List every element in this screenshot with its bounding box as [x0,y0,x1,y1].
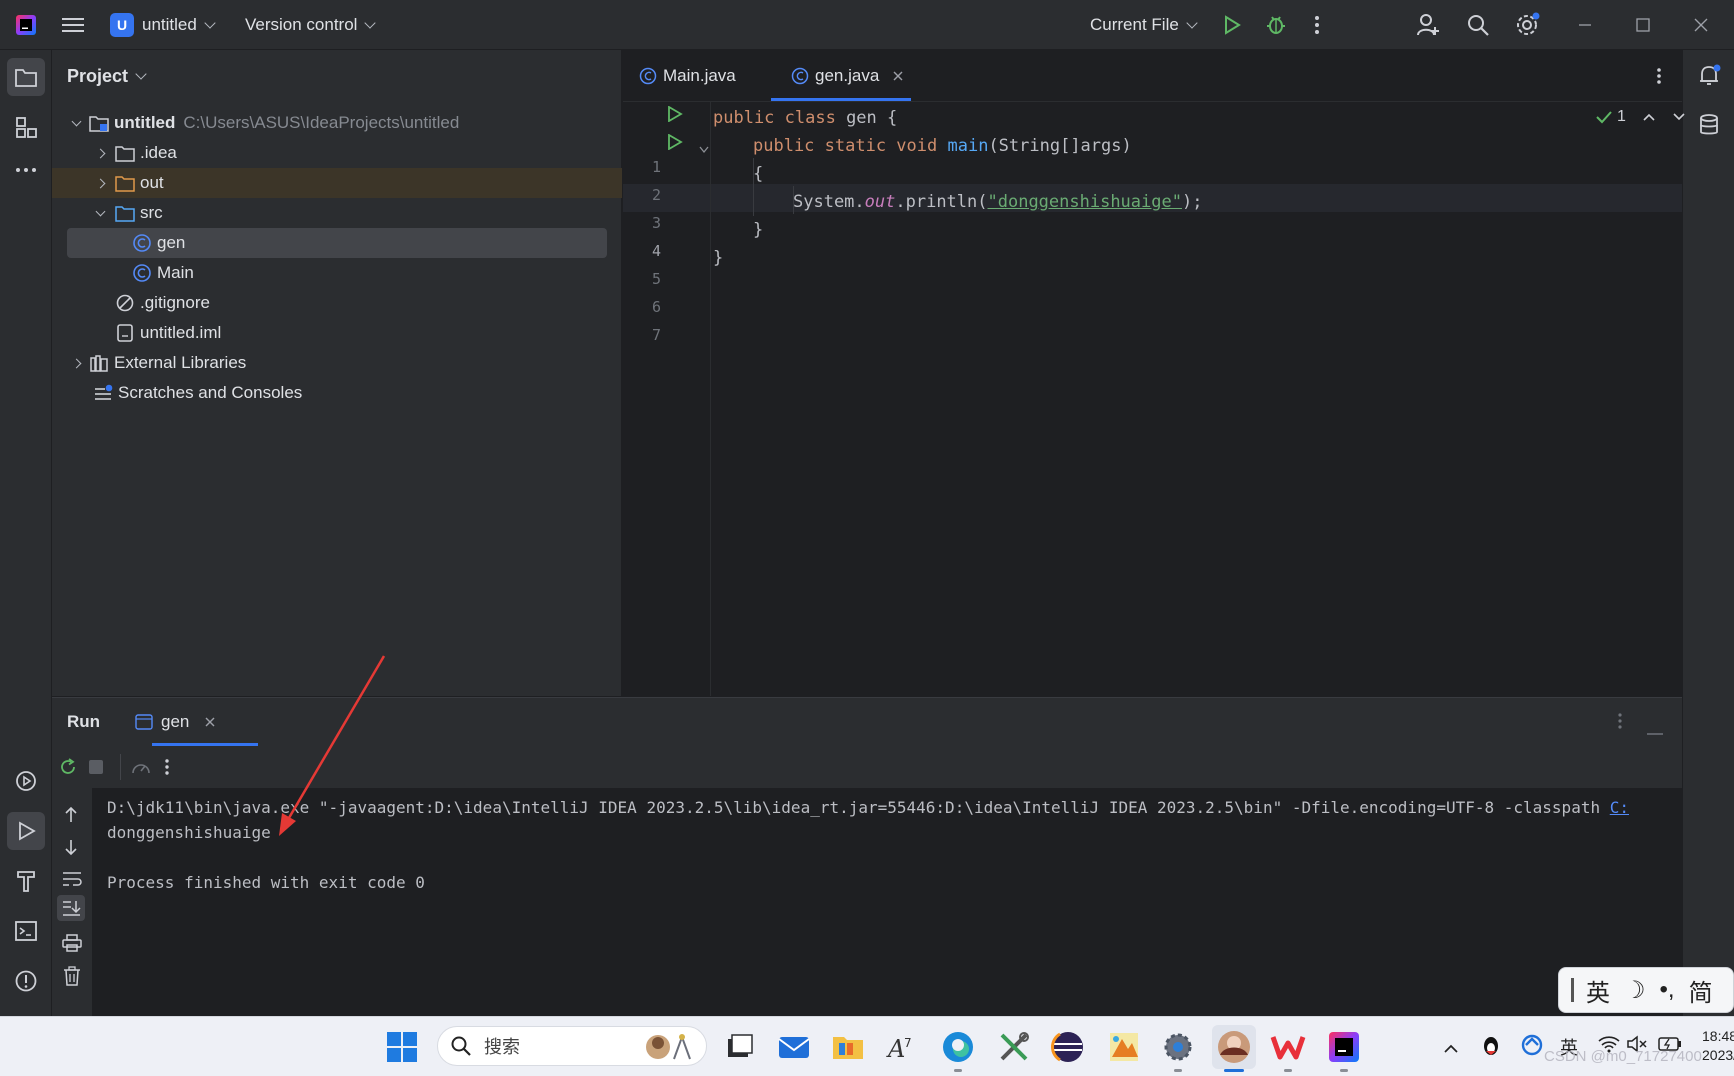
windows-taskbar: 搜索 A7 英 18:48 2023/ [0,1016,1734,1076]
task-view-icon [728,1034,753,1057]
task-view-button[interactable] [722,1029,758,1065]
image-app-button[interactable] [1106,1029,1142,1065]
edge-icon [943,1032,973,1062]
font-app-button[interactable]: A7 [884,1029,920,1065]
edge-browser-button[interactable] [940,1029,976,1072]
tools-icon [1000,1032,1029,1061]
wps-icon [1270,1036,1306,1060]
browser-profile-button[interactable] [1212,1025,1256,1072]
wps-office-button[interactable] [1270,1029,1306,1072]
annotation-arrow [279,655,386,836]
ime-mode-toggle[interactable]: 英 [1586,973,1610,1008]
ime-simplified-toggle[interactable]: 简 [1689,973,1713,1008]
taskbar-search-placeholder: 搜索 [484,1037,520,1058]
running-indicator [1174,1069,1182,1072]
ime-toolbar: 英 ☽ •, 简 [1558,967,1734,1013]
cloud-sync-icon [1521,1034,1543,1056]
windows-start-icon [387,1032,417,1062]
svg-text:7: 7 [904,1036,912,1050]
taskbar-clock[interactable]: 18:48 2023/ [1702,1027,1734,1065]
qq-tray-icon[interactable] [1480,1033,1502,1062]
csdn-watermark: CSDN @m0_71727400 [1544,1048,1702,1065]
running-indicator [1284,1069,1292,1072]
running-indicator [954,1069,962,1072]
tools-app-button[interactable] [996,1029,1032,1065]
intellij-taskbar-button[interactable] [1326,1029,1362,1072]
avatar-icon [1218,1031,1250,1063]
chevron-up-icon [1444,1044,1458,1053]
penguin-icon [1484,1037,1498,1055]
settings-app-button[interactable] [1160,1029,1196,1072]
search-icon [451,1036,471,1056]
gear-icon [1164,1033,1192,1061]
intellij-icon [1329,1032,1359,1062]
search-highlight-illustration [646,1034,691,1060]
mail-app-button[interactable] [776,1029,812,1065]
file-explorer-icon [833,1037,863,1059]
font-app-icon: A7 [886,1035,912,1063]
clock-date: 2023/ [1702,1047,1734,1063]
ime-punct-toggle[interactable]: •, [1660,976,1675,1004]
tray-overflow-button[interactable] [1444,1039,1458,1059]
svg-text:A: A [886,1035,905,1063]
ime-moon-icon[interactable]: ☽ [1624,976,1646,1005]
ime-drag-handle[interactable] [1571,978,1574,1002]
mail-icon [778,1037,810,1058]
file-explorer-button[interactable] [830,1029,866,1065]
eclipse-icon [1050,1032,1083,1062]
clock-time: 18:48 [1702,1028,1734,1044]
start-button[interactable] [386,1031,418,1068]
running-indicator [1340,1069,1348,1072]
image-app-icon [1110,1033,1138,1061]
eclipse-button[interactable] [1050,1029,1086,1065]
taskbar-search-box[interactable]: 搜索 [437,1026,707,1066]
active-indicator [1224,1069,1244,1072]
cloud-tray-icon[interactable] [1520,1033,1544,1062]
